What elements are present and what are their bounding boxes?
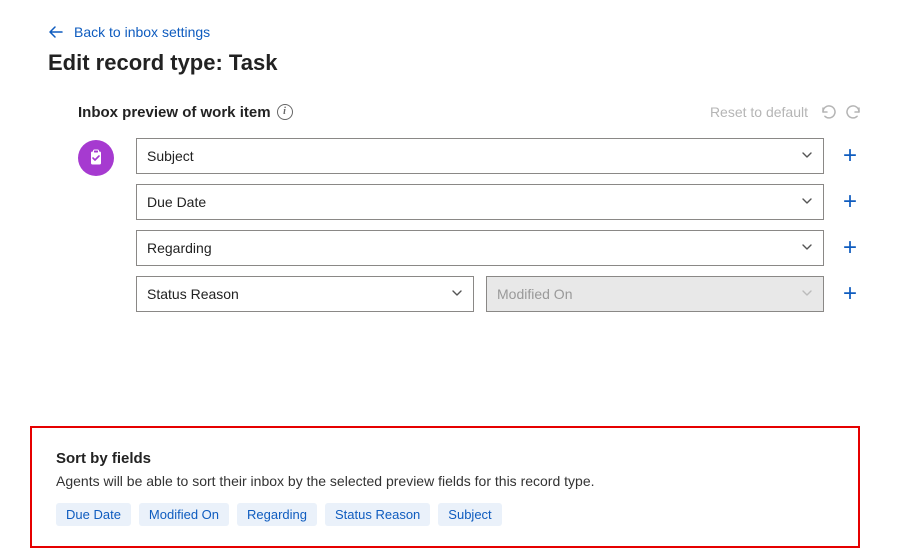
sort-by-title: Sort by fields — [56, 450, 834, 467]
preview-row-0: Subject + — [136, 138, 864, 174]
chevron-down-icon — [801, 194, 813, 210]
field-select-subject[interactable]: Subject — [136, 138, 824, 174]
preview-header-actions: Reset to default — [710, 102, 864, 122]
field-select-due-date[interactable]: Due Date — [136, 184, 824, 220]
info-icon[interactable]: i — [277, 104, 293, 120]
preview-row-3: Status Reason Modified On + — [136, 276, 864, 312]
preview-row-2: Regarding + — [136, 230, 864, 266]
chevron-down-icon — [801, 240, 813, 256]
sort-chip[interactable]: Status Reason — [325, 503, 430, 526]
add-field-button[interactable]: + — [836, 184, 864, 220]
preview-fields-column: Subject + Due Date + Regardi — [136, 138, 864, 312]
field-select-label: Subject — [147, 148, 194, 164]
arrow-left-icon — [48, 24, 64, 40]
field-select-modified-on: Modified On — [486, 276, 824, 312]
preview-config-area: Subject + Due Date + Regardi — [78, 138, 864, 312]
chevron-down-icon — [801, 148, 813, 164]
field-select-label: Modified On — [497, 286, 572, 302]
chevron-down-icon — [801, 286, 813, 302]
preview-heading-wrap: Inbox preview of work item i — [78, 104, 293, 121]
add-field-button[interactable]: + — [836, 138, 864, 174]
field-select-regarding[interactable]: Regarding — [136, 230, 824, 266]
field-select-status-reason[interactable]: Status Reason — [136, 276, 474, 312]
sort-chip[interactable]: Due Date — [56, 503, 131, 526]
sort-by-fields-section: Sort by fields Agents will be able to so… — [30, 426, 860, 548]
sort-by-description: Agents will be able to sort their inbox … — [56, 473, 834, 489]
record-icon-column — [78, 138, 118, 312]
add-field-button[interactable]: + — [836, 276, 864, 312]
page-root: Back to inbox settings Edit record type:… — [0, 0, 900, 558]
reset-to-default-link[interactable]: Reset to default — [710, 104, 808, 120]
sort-chip[interactable]: Subject — [438, 503, 501, 526]
sort-chip[interactable]: Modified On — [139, 503, 229, 526]
field-select-label: Due Date — [147, 194, 206, 210]
clipboard-icon — [78, 140, 114, 176]
page-title: Edit record type: Task — [48, 50, 864, 76]
sort-chip-row: Due Date Modified On Regarding Status Re… — [56, 503, 834, 526]
back-link[interactable]: Back to inbox settings — [48, 24, 864, 40]
preview-row-1: Due Date + — [136, 184, 864, 220]
redo-icon[interactable] — [844, 102, 864, 122]
field-select-label: Status Reason — [147, 286, 239, 302]
preview-heading: Inbox preview of work item — [78, 104, 271, 121]
undo-redo-group — [818, 102, 864, 122]
chevron-down-icon — [451, 286, 463, 302]
preview-section-header: Inbox preview of work item i Reset to de… — [78, 102, 864, 122]
back-label: Back to inbox settings — [74, 24, 210, 40]
field-select-label: Regarding — [147, 240, 212, 256]
sort-chip[interactable]: Regarding — [237, 503, 317, 526]
add-field-button[interactable]: + — [836, 230, 864, 266]
undo-icon[interactable] — [818, 102, 838, 122]
